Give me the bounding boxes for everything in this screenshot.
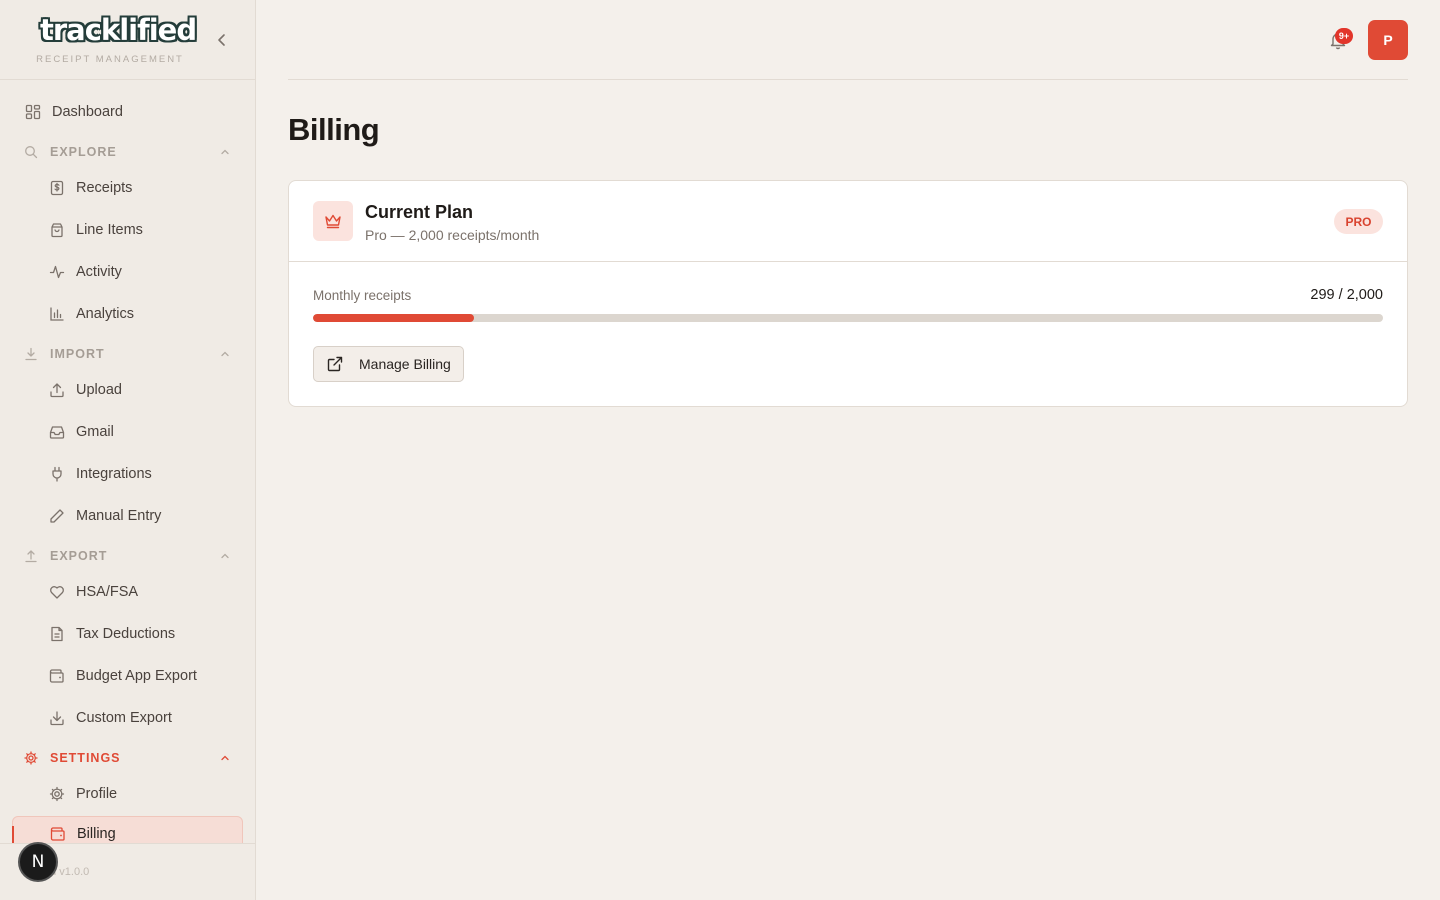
sidebar: tracklified RECEIPT MANAGEMENT Dashboard… — [0, 0, 256, 900]
plug-icon — [48, 465, 66, 483]
pulse-icon — [48, 263, 66, 281]
sidebar-item-label: Budget App Export — [76, 668, 197, 684]
user-avatar[interactable]: P — [1368, 20, 1408, 60]
crown-icon — [325, 214, 341, 229]
sidebar-item-gmail[interactable]: Gmail — [12, 414, 243, 450]
section-label: IMPORT — [50, 347, 105, 361]
section-import[interactable]: IMPORT — [12, 340, 243, 368]
sidebar-item-label: Tax Deductions — [76, 626, 176, 642]
sidebar-item-upload[interactable]: Upload — [12, 372, 243, 408]
external-link-icon — [327, 356, 343, 372]
download-icon — [24, 347, 38, 361]
sidebar-item-label: Profile — [76, 786, 118, 802]
sidebar-item-tax-deductions[interactable]: Tax Deductions — [12, 616, 243, 652]
sidebar-item-label: Analytics — [76, 306, 135, 322]
dollar-receipt-icon — [48, 179, 66, 197]
sidebar-item-label: Dashboard — [52, 104, 123, 120]
plan-title: Current Plan — [365, 202, 474, 222]
chevron-up-icon — [221, 755, 229, 761]
plan-subtitle: Pro — 2,000 receipts/month — [365, 227, 540, 243]
usage-progress-fill — [313, 314, 474, 322]
app-logo[interactable]: tracklified — [40, 10, 197, 50]
section-settings[interactable]: SETTINGS — [12, 744, 243, 772]
sidebar-item-hsa-fsa[interactable]: HSA/FSA — [12, 574, 243, 610]
sidebar-item-manual-entry[interactable]: Manual Entry — [12, 498, 243, 534]
upload-icon — [48, 381, 66, 399]
sidebar-item-label: HSA/FSA — [76, 584, 139, 600]
chevron-up-icon — [221, 149, 229, 155]
layout-grid-icon — [24, 103, 42, 121]
wallet-icon — [48, 667, 66, 685]
plan-badge: PRO — [1334, 209, 1383, 234]
heart-icon — [48, 583, 66, 601]
usage-label: Monthly receipts — [313, 288, 412, 303]
sidebar-item-line-items[interactable]: Line Items — [12, 212, 243, 248]
bar-chart-icon — [48, 305, 66, 323]
search-icon — [24, 145, 38, 159]
gear-icon — [48, 785, 66, 803]
pencil-icon — [48, 507, 66, 525]
document-icon — [48, 625, 66, 643]
manage-billing-button[interactable]: Manage Billing — [313, 346, 464, 382]
sidebar-item-label: Manual Entry — [76, 508, 162, 524]
sidebar-item-receipts[interactable]: Receipts — [12, 170, 243, 206]
upload-arrow-icon — [24, 549, 38, 563]
sidebar-item-custom-export[interactable]: Custom Export — [12, 700, 243, 736]
sidebar-item-label: Upload — [76, 382, 122, 398]
app-tagline: RECEIPT MANAGEMENT — [36, 54, 184, 65]
sidebar-item-profile[interactable]: Profile — [12, 776, 243, 812]
sidebar-item-label: Activity — [76, 264, 122, 280]
notification-count-badge: 9+ — [1335, 28, 1353, 44]
card-header: Current Plan Pro — 2,000 receipts/month … — [289, 181, 1407, 262]
sidebar-item-label: Line Items — [76, 222, 143, 238]
chevron-up-icon — [221, 351, 229, 357]
top-header: 9+ P — [288, 0, 1408, 80]
section-label: EXPLORE — [50, 145, 117, 159]
sidebar-item-dashboard[interactable]: Dashboard — [12, 94, 243, 130]
sidebar-item-budget-app-export[interactable]: Budget App Export — [12, 658, 243, 694]
sidebar-item-label: Receipts — [76, 180, 133, 196]
wallet-icon — [49, 825, 67, 843]
sidebar-item-label: Integrations — [76, 466, 152, 482]
dev-tools-button[interactable]: N — [18, 842, 58, 882]
section-label: SETTINGS — [50, 751, 121, 765]
chevron-left-icon — [218, 34, 225, 46]
section-label: EXPORT — [50, 549, 108, 563]
section-export[interactable]: EXPORT — [12, 542, 243, 570]
download-icon — [48, 709, 66, 727]
shopping-bag-icon — [48, 221, 66, 239]
sidebar-item-activity[interactable]: Activity — [12, 254, 243, 290]
brand-header: tracklified RECEIPT MANAGEMENT — [0, 0, 255, 80]
inbox-icon — [48, 423, 66, 441]
gear-icon — [24, 751, 38, 765]
collapse-sidebar-button[interactable] — [212, 30, 232, 50]
page-title: Billing — [288, 112, 380, 147]
sidebar-item-analytics[interactable]: Analytics — [12, 296, 243, 332]
sidebar-item-label: Custom Export — [76, 710, 172, 726]
manage-billing-label: Manage Billing — [359, 356, 451, 372]
plan-icon-box — [313, 201, 353, 241]
sidebar-item-label: Billing — [77, 826, 116, 842]
current-plan-card: Current Plan Pro — 2,000 receipts/month … — [288, 180, 1408, 407]
sidebar-item-label: Gmail — [76, 424, 114, 440]
usage-progress-bar — [313, 314, 1383, 322]
usage-count: 299 / 2,000 — [1310, 287, 1383, 303]
section-explore[interactable]: EXPLORE — [12, 138, 243, 166]
chevron-up-icon — [221, 553, 229, 559]
sidebar-item-integrations[interactable]: Integrations — [12, 456, 243, 492]
